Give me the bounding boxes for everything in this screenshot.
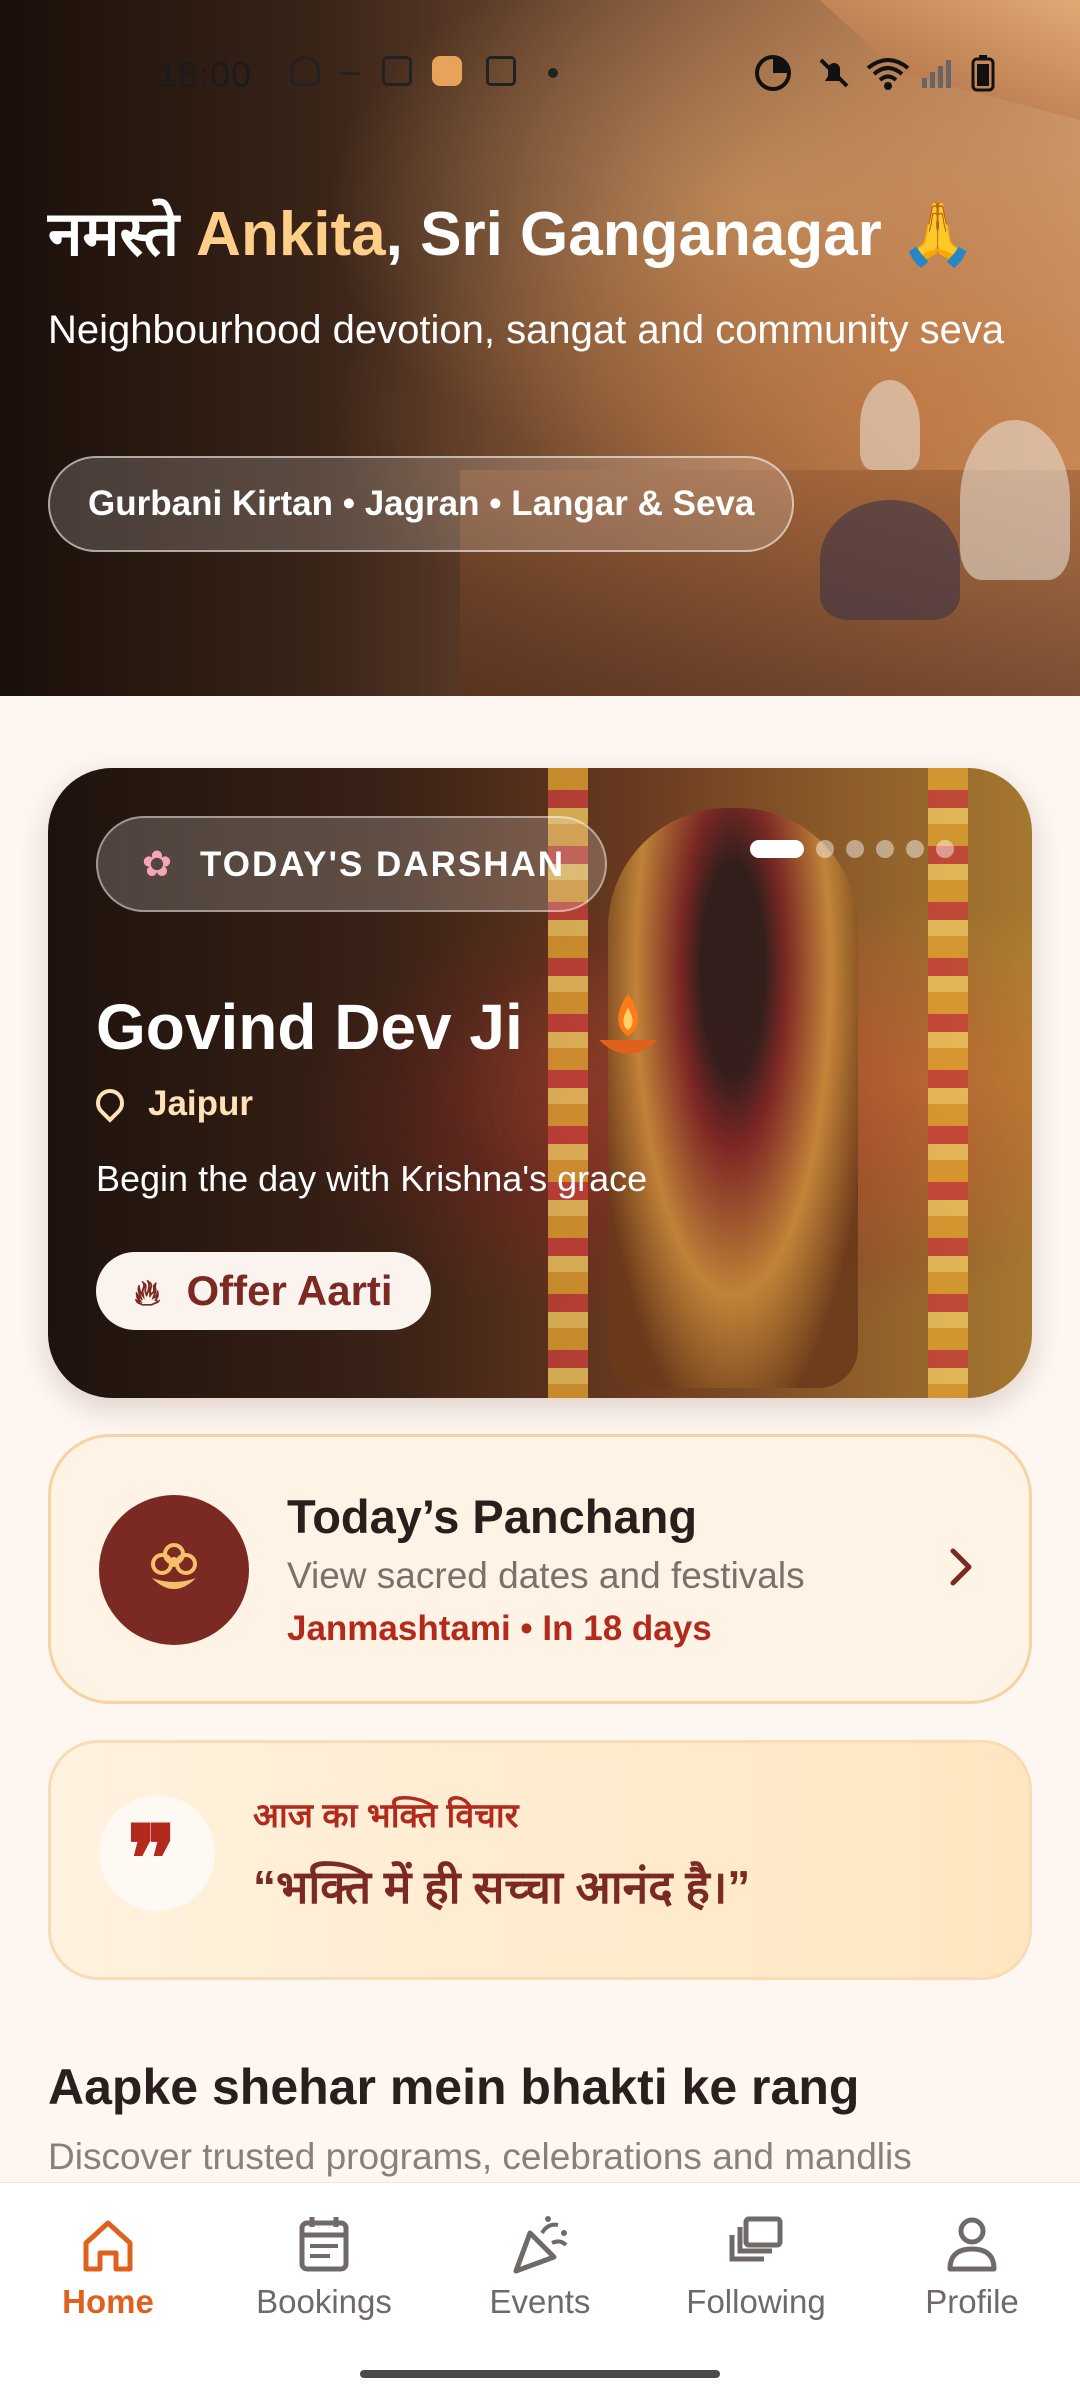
status-bar: 18:00 [0,48,1080,98]
deity-location: Jaipur [90,1083,254,1124]
offer-aarti-label: Offer Aarti [186,1267,393,1314]
nav-profile[interactable]: Profile [864,2213,1080,2333]
deity-name: Govind Dev Ji [96,991,523,1063]
nav-following-label: Following [686,2283,826,2320]
carousel-dot[interactable] [936,840,954,858]
bhakti-quote-card: ❞ आज का भक्ति विचार “भक्ति में ही सच्चा … [48,1740,1032,1980]
flower-icon [151,1543,197,1589]
calendar-icon [299,2217,349,2272]
hero-subtitle: Neighbourhood devotion, sangat and commu… [48,308,1005,352]
section-title: Aapke shehar mein bhakti ke rang [48,2059,860,2115]
nav-home-label: Home [62,2283,154,2320]
carousel-dot[interactable] [846,840,864,858]
carousel-dot[interactable] [876,840,894,858]
nav-following[interactable]: Following [648,2213,864,2333]
flame-icon: 🔥︎ [134,1272,161,1313]
deity-image [608,808,858,1388]
panchang-title: Today’s Panchang [287,1490,698,1543]
minus-icon [340,72,360,75]
data-saver-icon [755,55,791,91]
stacked-cards-icon [729,2216,783,2262]
location-pin-icon [90,1083,130,1123]
panchang-icon-badge [99,1495,249,1645]
lotus-icon: ✿ [141,843,175,884]
grid-status-icon [486,56,516,86]
todays-darshan-badge: ✿ TODAY'S DARSHAN [96,816,608,912]
carousel-dot[interactable] [750,840,804,858]
more-status-dot [548,68,558,78]
decorative-garland [928,768,968,1398]
quote-text: “भक्ति में ही सच्चा आनंद है।” [253,1861,751,1913]
nav-events-label: Events [489,2283,591,2320]
user-name: Ankita [196,200,386,269]
greeting-prefix: नमस्ते [48,200,197,269]
location-text: Jaipur [148,1084,254,1123]
hero-background-figure [960,420,1070,580]
mute-bell-icon [819,58,849,88]
carousel-indicator[interactable] [750,840,966,860]
darshan-blurb: Begin the day with Krishna's grace [96,1158,648,1199]
calendar-status-icon [382,56,412,86]
diya-flame-icon [599,994,657,1054]
hero-background-figure [860,380,920,470]
carousel-dot[interactable] [816,840,834,858]
quote-mark-icon: ❞ [127,1805,177,1913]
gesture-home-bar[interactable] [360,2370,720,2378]
offer-aarti-button[interactable]: 🔥︎ Offer Aarti [96,1252,431,1330]
todays-darshan-card[interactable]: ✿ TODAY'S DARSHAN Govind Dev Ji Jaipur Be… [48,768,1032,1398]
section-subtitle: Discover trusted programs, celebrations … [48,2136,912,2177]
notification-icon [290,56,320,86]
status-time: 18:00 [157,54,253,95]
chevron-right-icon[interactable] [931,1537,991,1597]
wifi-icon [866,58,910,90]
badge-label: TODAY'S DARSHAN [200,845,566,884]
bottom-navigation: Home Bookings Events Following Profile [0,2182,1080,2400]
app-status-icon [432,56,462,86]
upcoming-festival: Janmashtami • In 18 days [287,1609,712,1648]
nav-events[interactable]: Events [432,2213,648,2333]
panchang-card[interactable]: Today’s Panchang View sacred dates and f… [48,1434,1032,1704]
home-icon [83,2220,133,2272]
hero-banner: 18:00 नमस्ते Ankita, Sri Ganganagar 🙏 Ne… [0,0,1080,696]
panchang-subtitle: View sacred dates and festivals [287,1555,805,1596]
quote-label: आज का भक्ति विचार [253,1797,519,1835]
quote-icon-badge: ❞ [99,1795,215,1911]
signal-icon [922,60,951,88]
person-icon [947,2217,997,2272]
hero-background-figure [820,500,960,620]
party-popper-icon [513,2216,568,2274]
greeting-suffix: , Sri Ganganagar 🙏 [385,200,977,269]
nav-bookings-label: Bookings [256,2283,392,2320]
nav-home[interactable]: Home [0,2213,216,2333]
greeting-heading: नमस्ते Ankita, Sri Ganganagar 🙏 [48,190,976,274]
nav-profile-label: Profile [925,2283,1019,2320]
community-tags-pill[interactable]: Gurbani Kirtan • Jagran • Langar & Seva [48,456,795,552]
battery-icon [971,55,995,92]
nav-bookings[interactable]: Bookings [216,2213,432,2333]
carousel-dot[interactable] [906,840,924,858]
